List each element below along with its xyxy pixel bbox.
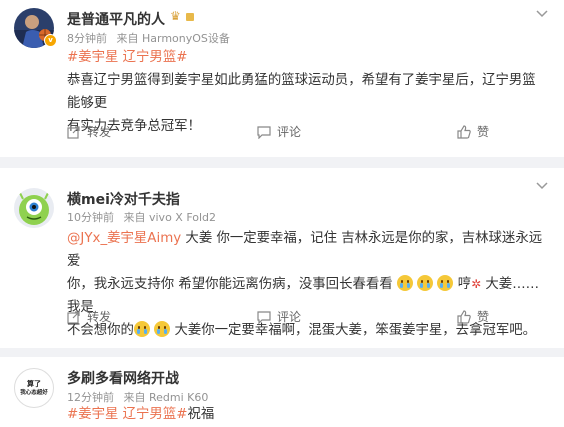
angry-emoji-icon: ✲ <box>471 277 482 291</box>
comment-card: 算了 我心态超好 多刷多看网络开战 12分钟前 来自 Redmi K60 #姜宇… <box>0 357 564 427</box>
action-bar: 转发 评论 赞 <box>67 308 564 328</box>
crown-level-icon <box>186 13 194 21</box>
comment-card: 横mei冷对千夫指 10分钟前 来自 vivo X Fold2 @JYx_姜宇星… <box>0 168 564 348</box>
avatar[interactable]: 算了 我心态超好 <box>14 368 54 408</box>
thumbs-up-icon <box>457 309 471 324</box>
post-time[interactable]: 8分钟前 <box>67 32 107 45</box>
action-bar: 转发 评论 赞 <box>67 123 564 143</box>
like-label: 赞 <box>477 125 490 139</box>
comment-label: 评论 <box>277 310 302 324</box>
like-button[interactable]: 赞 <box>457 123 489 140</box>
avatar-text: 算了 <box>27 380 41 388</box>
crying-emoji-icon <box>437 275 454 291</box>
post-source: 来自 HarmonyOS设备 <box>116 32 230 45</box>
comment-button[interactable]: 评论 <box>257 123 301 140</box>
comment-icon <box>257 310 271 324</box>
topic-tag-link[interactable]: #姜宇星 辽宁男篮# <box>67 407 187 422</box>
chevron-down-icon[interactable] <box>536 180 548 193</box>
post-meta: 10分钟前 来自 vivo X Fold2 <box>67 209 222 225</box>
forward-label: 转发 <box>87 125 112 139</box>
crying-emoji-icon <box>417 275 434 291</box>
post-text-segment: 哼 <box>453 277 472 292</box>
username[interactable]: 多刷多看网络开战 <box>67 368 179 388</box>
post-text: #姜宇星 辽宁男篮#祝福 <box>67 403 545 426</box>
forward-button[interactable]: 转发 <box>67 308 111 325</box>
post-text-line: 恭喜辽宁男篮得到姜宇星如此勇猛的篮球运动员，希望有了姜宇星后，辽宁男篮能够更 <box>67 73 536 111</box>
post-text-segment: 你，我永远支持你 希望你能远离伤病，没事回长春看看 <box>67 277 393 292</box>
verified-badge-icon: v <box>44 34 57 47</box>
comment-card: v 是普通平凡的人 ♛ 8分钟前 来自 HarmonyOS设备 #姜宇星 辽宁男… <box>0 0 564 157</box>
avatar[interactable] <box>14 188 54 228</box>
avatar-text: 我心态超好 <box>20 390 48 396</box>
mention-link[interactable]: @JYx_姜宇星Aimy <box>67 231 181 246</box>
forward-icon <box>67 310 80 324</box>
forward-button[interactable]: 转发 <box>67 123 111 140</box>
thumbs-up-icon <box>457 124 471 139</box>
topic-tag-link[interactable]: #姜宇星 辽宁男篮# <box>67 50 187 65</box>
forward-icon <box>67 125 80 139</box>
rank-crown-icon: ♛ <box>170 9 181 23</box>
comment-button[interactable]: 评论 <box>257 308 301 325</box>
post-source: 来自 vivo X Fold2 <box>123 211 217 224</box>
comment-feed: v 是普通平凡的人 ♛ 8分钟前 来自 HarmonyOS设备 #姜宇星 辽宁男… <box>0 0 564 427</box>
username[interactable]: 横mei冷对千夫指 <box>67 189 180 209</box>
post-time[interactable]: 10分钟前 <box>67 211 114 224</box>
forward-label: 转发 <box>87 310 112 324</box>
chevron-down-icon[interactable] <box>536 8 548 21</box>
post-meta: 8分钟前 来自 HarmonyOS设备 <box>67 30 236 46</box>
like-button[interactable]: 赞 <box>457 308 489 325</box>
post-text-segment: 祝福 <box>187 407 215 422</box>
crying-emoji-icon <box>396 275 413 291</box>
username[interactable]: 是普通平凡的人 <box>67 9 165 29</box>
comment-icon <box>257 125 271 139</box>
like-label: 赞 <box>477 310 490 324</box>
comment-label: 评论 <box>277 125 302 139</box>
